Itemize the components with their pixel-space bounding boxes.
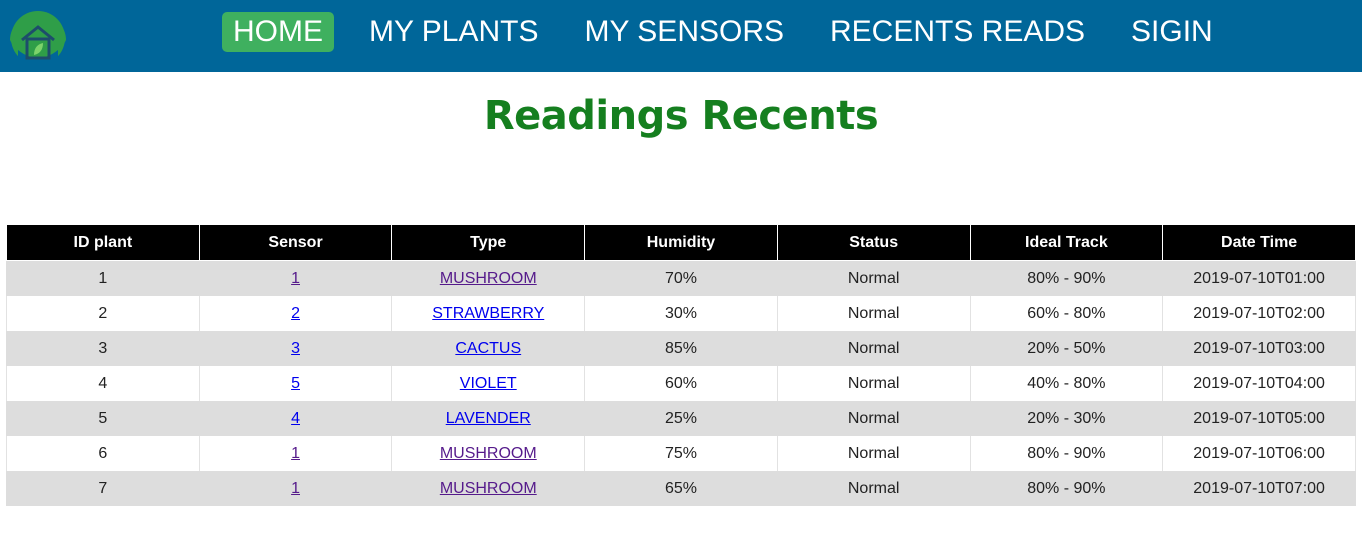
nav-link-home[interactable]: HOME <box>222 12 334 52</box>
date-time-cell: 2019-07-10T02:00 <box>1162 296 1356 331</box>
date-time-cell: 2019-07-10T01:00 <box>1162 260 1356 296</box>
main-nav: HOME MY PLANTS MY SENSORS RECENTS READS … <box>222 12 1224 52</box>
plant-type-link[interactable]: STRAWBERRY <box>432 305 544 322</box>
id-plant-cell: 3 <box>6 331 200 366</box>
sensor-link[interactable]: 1 <box>291 445 300 462</box>
type-cell: STRAWBERRY <box>391 296 586 331</box>
humidity-cell: 85% <box>584 331 778 366</box>
sensor-cell: 1 <box>198 260 393 296</box>
status-cell: Normal <box>776 366 971 401</box>
date-time-cell: 2019-07-10T07:00 <box>1162 471 1356 506</box>
id-plant-cell: 1 <box>6 260 200 296</box>
type-cell: CACTUS <box>391 331 586 366</box>
table-row: 5 4 LAVENDER 25% Normal 20% - 30% 2019-0… <box>6 401 1356 436</box>
status-cell: Normal <box>776 436 971 471</box>
sensor-link[interactable]: 1 <box>291 270 300 287</box>
id-plant-cell: 4 <box>6 366 200 401</box>
humidity-cell: 30% <box>584 296 778 331</box>
ideal-track-cell: 80% - 90% <box>969 260 1164 296</box>
date-time-cell: 2019-07-10T03:00 <box>1162 331 1356 366</box>
status-cell: Normal <box>776 471 971 506</box>
nav-link-my-sensors[interactable]: MY SENSORS <box>574 12 796 52</box>
date-time-cell: 2019-07-10T04:00 <box>1162 366 1356 401</box>
sensor-link[interactable]: 5 <box>291 375 300 392</box>
nav-link-signin[interactable]: SIGIN <box>1120 12 1224 52</box>
type-cell: MUSHROOM <box>391 436 586 471</box>
table-header-row: ID plant Sensor Type Humidity Status Ide… <box>6 225 1356 261</box>
column-header-sensor: Sensor <box>198 225 393 261</box>
table-row: 2 2 STRAWBERRY 30% Normal 60% - 80% 2019… <box>6 296 1356 331</box>
table-row: 6 1 MUSHROOM 75% Normal 80% - 90% 2019-0… <box>6 436 1356 471</box>
column-header-date-time: Date Time <box>1162 225 1356 261</box>
sensor-cell: 4 <box>198 401 393 436</box>
type-cell: MUSHROOM <box>391 471 586 506</box>
top-navbar: HOME MY PLANTS MY SENSORS RECENTS READS … <box>0 0 1362 72</box>
id-plant-cell: 5 <box>6 401 200 436</box>
column-header-id-plant: ID plant <box>6 225 200 261</box>
type-cell: MUSHROOM <box>391 260 586 296</box>
id-plant-cell: 7 <box>6 471 200 506</box>
ideal-track-cell: 20% - 50% <box>969 331 1164 366</box>
table-row: 3 3 CACTUS 85% Normal 20% - 50% 2019-07-… <box>6 331 1356 366</box>
humidity-cell: 60% <box>584 366 778 401</box>
sensor-cell: 3 <box>198 331 393 366</box>
plant-type-link[interactable]: VIOLET <box>460 375 517 392</box>
nav-link-recents-reads[interactable]: RECENTS READS <box>819 12 1096 52</box>
column-header-status: Status <box>776 225 971 261</box>
status-cell: Normal <box>776 331 971 366</box>
column-header-ideal-track: Ideal Track <box>969 225 1164 261</box>
ideal-track-cell: 80% - 90% <box>969 471 1164 506</box>
plant-type-link[interactable]: LAVENDER <box>446 410 531 427</box>
plant-type-link[interactable]: CACTUS <box>455 340 521 357</box>
plant-type-link[interactable]: MUSHROOM <box>440 270 537 287</box>
readings-table: ID plant Sensor Type Humidity Status Ide… <box>6 225 1356 506</box>
date-time-cell: 2019-07-10T05:00 <box>1162 401 1356 436</box>
type-cell: LAVENDER <box>391 401 586 436</box>
sensor-link[interactable]: 1 <box>291 480 300 497</box>
humidity-cell: 75% <box>584 436 778 471</box>
plant-type-link[interactable]: MUSHROOM <box>440 445 537 462</box>
humidity-cell: 70% <box>584 260 778 296</box>
status-cell: Normal <box>776 296 971 331</box>
sensor-cell: 1 <box>198 471 393 506</box>
ideal-track-cell: 40% - 80% <box>969 366 1164 401</box>
plant-type-link[interactable]: MUSHROOM <box>440 480 537 497</box>
type-cell: VIOLET <box>391 366 586 401</box>
table-row: 7 1 MUSHROOM 65% Normal 80% - 90% 2019-0… <box>6 471 1356 506</box>
humidity-cell: 25% <box>584 401 778 436</box>
status-cell: Normal <box>776 401 971 436</box>
column-header-humidity: Humidity <box>584 225 778 261</box>
sensor-cell: 2 <box>198 296 393 331</box>
column-header-type: Type <box>391 225 586 261</box>
status-cell: Normal <box>776 260 971 296</box>
sensor-cell: 5 <box>198 366 393 401</box>
sensor-cell: 1 <box>198 436 393 471</box>
id-plant-cell: 2 <box>6 296 200 331</box>
ideal-track-cell: 60% - 80% <box>969 296 1164 331</box>
sensor-link[interactable]: 4 <box>291 410 300 427</box>
plant-house-logo-icon[interactable] <box>8 10 68 65</box>
humidity-cell: 65% <box>584 471 778 506</box>
sensor-link[interactable]: 3 <box>291 340 300 357</box>
date-time-cell: 2019-07-10T06:00 <box>1162 436 1356 471</box>
sensor-link[interactable]: 2 <box>291 305 300 322</box>
table-row: 1 1 MUSHROOM 70% Normal 80% - 90% 2019-0… <box>6 260 1356 296</box>
id-plant-cell: 6 <box>6 436 200 471</box>
ideal-track-cell: 80% - 90% <box>969 436 1164 471</box>
table-row: 4 5 VIOLET 60% Normal 40% - 80% 2019-07-… <box>6 366 1356 401</box>
page-title: Readings Recents <box>483 93 879 139</box>
nav-link-my-plants[interactable]: MY PLANTS <box>358 12 550 52</box>
ideal-track-cell: 20% - 30% <box>969 401 1164 436</box>
